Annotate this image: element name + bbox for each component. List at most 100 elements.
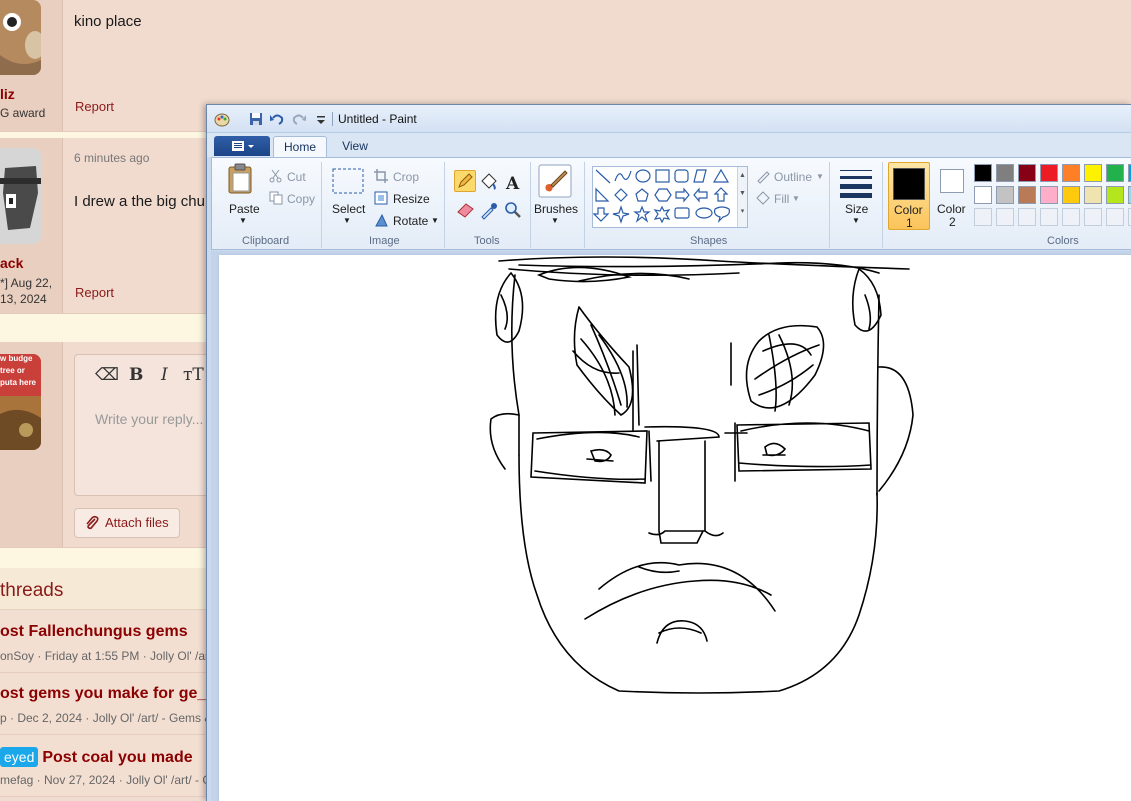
fill-bucket-icon[interactable]	[479, 172, 499, 192]
cut-label[interactable]: Cut	[287, 170, 306, 184]
outline-label[interactable]: Outline	[774, 170, 812, 184]
palette-swatch[interactable]	[1062, 186, 1080, 204]
user-title-1: *] Aug 22,	[0, 276, 53, 290]
text-tool-icon[interactable]: A	[503, 172, 523, 192]
username[interactable]: ack	[0, 255, 23, 271]
color-picker-icon[interactable]	[479, 200, 499, 220]
brushes-icon[interactable]	[538, 164, 572, 198]
fill-label[interactable]: Fill	[774, 192, 789, 206]
thread-prefix-badge[interactable]: eyed	[0, 747, 39, 767]
avatar[interactable]	[0, 148, 41, 244]
reply-placeholder[interactable]: Write your reply...	[95, 411, 203, 427]
eraser-icon[interactable]	[456, 200, 476, 220]
paint-window[interactable]: Untitled - Paint Home View Paste ▼ Cut C…	[206, 104, 1131, 801]
text-size-icon[interactable]: тT	[183, 365, 204, 385]
palette-swatch[interactable]	[1062, 164, 1080, 182]
crop-label[interactable]: Crop	[393, 170, 419, 184]
post-time[interactable]: 6 minutes ago	[74, 151, 149, 165]
reply-editor[interactable]: ⌫ B I тT Write your reply...	[74, 354, 224, 496]
cut-icon[interactable]	[269, 169, 283, 183]
color1-swatch	[893, 168, 925, 200]
signature-text-1: w budge	[0, 354, 33, 363]
custom-swatch[interactable]	[1018, 208, 1036, 226]
save-icon[interactable]	[248, 111, 264, 127]
color2-button[interactable]: Color 2	[934, 166, 970, 230]
bold-icon[interactable]: B	[129, 365, 143, 385]
report-link[interactable]: Report	[75, 285, 114, 300]
select-icon[interactable]	[332, 168, 364, 194]
palette-swatch[interactable]	[1084, 164, 1102, 182]
custom-swatch[interactable]	[1106, 208, 1124, 226]
user-column: ack *] Aug 22, 13, 2024	[0, 138, 63, 313]
thread-title[interactable]: ost Fallenchungus gems	[0, 623, 188, 641]
paint-app-icon[interactable]	[214, 111, 230, 127]
customize-toolbar-icon[interactable]	[313, 111, 329, 127]
resize-icon[interactable]	[374, 191, 388, 205]
group-separator	[321, 162, 322, 248]
title-bar[interactable]: Untitled - Paint	[207, 105, 1131, 133]
copy-label[interactable]: Copy	[287, 192, 315, 206]
palette-swatch[interactable]	[974, 164, 992, 182]
outline-dropdown-arrow[interactable]: ▼	[816, 172, 824, 181]
custom-swatch[interactable]	[1040, 208, 1058, 226]
palette-swatch[interactable]	[1018, 164, 1036, 182]
tab-home[interactable]: Home	[273, 136, 327, 157]
palette-swatch[interactable]	[1040, 186, 1058, 204]
custom-swatch[interactable]	[974, 208, 992, 226]
size-dropdown-arrow[interactable]: ▼	[852, 216, 860, 225]
size-label[interactable]: Size	[845, 202, 868, 216]
italic-icon[interactable]: I	[161, 365, 168, 385]
paste-dropdown-arrow[interactable]: ▼	[239, 216, 247, 225]
crop-icon[interactable]	[374, 169, 388, 183]
rotate-label[interactable]: Rotate	[393, 214, 428, 228]
fill-icon[interactable]	[755, 190, 771, 206]
palette-swatch[interactable]	[1018, 186, 1036, 204]
magnifier-icon[interactable]	[503, 200, 523, 220]
outline-icon[interactable]	[755, 168, 771, 184]
custom-swatch[interactable]	[996, 208, 1014, 226]
palette-swatch[interactable]	[1106, 164, 1124, 182]
drawing-canvas[interactable]	[219, 255, 1131, 801]
palette-swatch[interactable]	[1084, 186, 1102, 204]
undo-icon[interactable]	[269, 111, 285, 127]
brushes-label[interactable]: Brushes	[534, 202, 578, 216]
tab-view[interactable]: View	[331, 136, 379, 157]
report-link[interactable]: Report	[75, 99, 114, 114]
paste-label[interactable]: Paste	[229, 202, 260, 216]
thread-title[interactable]: ost gems you make for ge_	[0, 685, 206, 703]
shapes-gallery[interactable]: ▲ ▼ ▾	[592, 166, 748, 228]
custom-swatch[interactable]	[1084, 208, 1102, 226]
paint-menu-button[interactable]	[214, 136, 270, 156]
group-separator	[829, 162, 830, 248]
size-icon[interactable]	[840, 168, 872, 198]
color2-number: 2	[949, 215, 956, 229]
palette-swatch[interactable]	[996, 164, 1014, 182]
copy-icon[interactable]	[269, 191, 283, 205]
color1-button[interactable]: Color 1	[888, 162, 930, 230]
redo-icon[interactable]	[291, 111, 307, 127]
palette-swatch[interactable]	[1040, 164, 1058, 182]
username[interactable]: liz	[0, 86, 15, 102]
rotate-dropdown-arrow[interactable]: ▼	[431, 216, 439, 225]
select-label[interactable]: Select	[332, 202, 365, 216]
threads-heading-text: threads	[0, 580, 64, 601]
brushes-dropdown-arrow[interactable]: ▼	[551, 216, 559, 225]
resize-label[interactable]: Resize	[393, 192, 430, 206]
shapes-group-label: Shapes	[690, 235, 728, 247]
fill-dropdown-arrow[interactable]: ▼	[792, 194, 800, 203]
select-dropdown-arrow[interactable]: ▼	[343, 216, 351, 225]
palette-swatch[interactable]	[1106, 186, 1124, 204]
custom-swatch[interactable]	[1062, 208, 1080, 226]
shapes-scrollbar[interactable]: ▲ ▼ ▾	[737, 167, 747, 227]
palette-swatch[interactable]	[996, 186, 1014, 204]
rotate-icon[interactable]	[374, 213, 388, 227]
menu-icon	[232, 141, 254, 151]
avatar[interactable]	[0, 0, 41, 75]
paste-icon[interactable]	[226, 163, 256, 195]
attach-files-button[interactable]: Attach files	[74, 508, 180, 538]
palette-swatch[interactable]	[974, 186, 992, 204]
user-column: w budge tree or puta here	[0, 342, 63, 547]
thread-title[interactable]: Post coal you made	[42, 749, 192, 766]
clear-format-icon[interactable]: ⌫	[95, 365, 119, 385]
pencil-tool[interactable]	[454, 170, 476, 192]
